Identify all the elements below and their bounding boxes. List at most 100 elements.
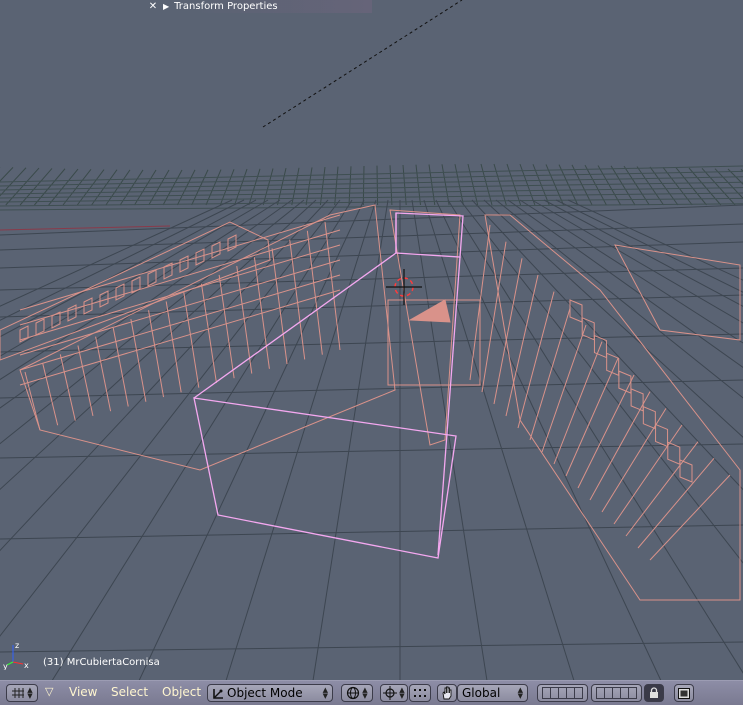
grid-line xyxy=(76,169,105,206)
mode-select[interactable]: Object Mode ▲ ▼ xyxy=(207,684,333,702)
grid-line xyxy=(362,165,365,206)
grid-line xyxy=(454,164,464,206)
grid-line xyxy=(0,199,341,637)
grid-line xyxy=(91,169,118,206)
grid-line xyxy=(0,641,743,653)
left-building-floor xyxy=(19,259,341,356)
pivot-button[interactable]: ▲ ▼ xyxy=(380,684,408,702)
lock-layers-button[interactable] xyxy=(644,684,664,702)
layer-buttons-1[interactable] xyxy=(541,687,583,699)
grid-line xyxy=(480,163,493,206)
transform-properties-panel-header[interactable]: ✕ ▶ Transform Properties xyxy=(148,0,372,13)
left-building-floor xyxy=(19,244,341,341)
grid-line xyxy=(411,199,488,680)
collapse-menus-icon[interactable]: ▽ xyxy=(45,685,53,698)
layers-group-2[interactable] xyxy=(591,684,642,702)
axis-gizmo: z x y xyxy=(3,641,29,670)
updown-arrows-icon: ▲ ▼ xyxy=(362,686,368,700)
sphere-icon xyxy=(347,686,360,700)
grid-line xyxy=(389,165,393,206)
editor-type-button[interactable]: ▲ ▼ xyxy=(6,684,38,702)
roof-piece xyxy=(408,299,451,323)
right-building-rib xyxy=(565,358,619,477)
selected-edge xyxy=(193,252,397,399)
right-building-rib xyxy=(553,341,603,465)
grid-line xyxy=(0,187,743,199)
orientation-select[interactable]: Global ▲ ▼ xyxy=(457,684,528,702)
crosshair-icon xyxy=(383,686,398,700)
grid-line xyxy=(5,167,40,206)
panel-title: Transform Properties xyxy=(174,1,278,12)
grid-line xyxy=(506,163,522,206)
hand-icon xyxy=(442,686,451,700)
grid-line xyxy=(402,164,407,206)
grid-line xyxy=(312,199,389,680)
grid-line xyxy=(467,163,479,206)
left-building-rib xyxy=(165,301,182,393)
grid-line xyxy=(435,199,662,680)
left-building-rib xyxy=(130,318,147,402)
render-button[interactable] xyxy=(674,684,694,702)
grid-line xyxy=(441,164,450,206)
left-building-rib xyxy=(218,274,235,379)
grid-line xyxy=(0,524,743,540)
view-menu[interactable]: View xyxy=(69,685,97,699)
grid-line xyxy=(0,199,269,357)
layer-buttons-2[interactable] xyxy=(595,687,637,699)
snap-dots-button[interactable] xyxy=(409,684,431,702)
grid-line xyxy=(688,167,722,206)
grid-line xyxy=(291,167,300,206)
viewport-header: ▲ ▼ ▽ View Select Object Object Mode ▲ ▼ ▲… xyxy=(0,680,743,705)
window-frame xyxy=(606,352,620,377)
grid-line xyxy=(34,168,66,206)
select-menu[interactable]: Select xyxy=(111,685,148,699)
grid-line xyxy=(138,199,365,680)
grid-line xyxy=(376,165,379,206)
lock-icon xyxy=(650,687,658,698)
draw-type-button[interactable]: ▲ ▼ xyxy=(341,684,373,702)
right-building-rib xyxy=(505,274,539,417)
updown-arrows-icon: ▲ ▼ xyxy=(27,686,33,700)
grid-line xyxy=(555,199,743,293)
axis-z-label: z xyxy=(15,641,19,650)
right-building-rib xyxy=(613,424,683,525)
orientation-label: Global xyxy=(462,686,501,700)
axis-x-line xyxy=(12,661,24,665)
right-building-rib xyxy=(529,308,571,441)
grid-line xyxy=(597,165,622,206)
grid-line xyxy=(262,168,274,206)
grid-line xyxy=(415,164,421,206)
wireframe-scene xyxy=(0,0,743,680)
updown-arrows-icon: ▲ ▼ xyxy=(399,686,405,700)
axis-x-label: x xyxy=(24,661,29,670)
camera-line xyxy=(262,0,463,128)
3d-viewport[interactable]: ✕ ▶ Transform Properties z x y (31) MrCu… xyxy=(0,0,743,680)
grid-line xyxy=(0,443,743,459)
left-building-rib xyxy=(77,345,94,416)
grid-line xyxy=(51,199,353,680)
grid-line xyxy=(248,168,261,206)
layers-group-1[interactable] xyxy=(537,684,588,702)
grid-line xyxy=(348,166,352,206)
left-building-floor xyxy=(19,289,341,386)
window-frame xyxy=(179,255,189,273)
object-menu[interactable]: Object xyxy=(162,685,201,699)
left-building-floor xyxy=(19,274,341,371)
close-icon[interactable]: ✕ xyxy=(148,1,158,12)
grid-line xyxy=(0,199,257,338)
grid-line xyxy=(19,168,53,206)
expand-triangle-icon[interactable]: ▶ xyxy=(163,2,169,11)
updown-arrows-icon: ▲ ▼ xyxy=(517,686,523,700)
selected-object-outline xyxy=(193,397,457,559)
grid-line xyxy=(701,168,736,206)
transform-manipulator-button[interactable] xyxy=(437,684,457,702)
grid-line xyxy=(62,168,92,206)
grid-line xyxy=(277,168,287,206)
grid-line xyxy=(519,199,743,344)
grid-line xyxy=(319,166,326,206)
grid-line xyxy=(543,199,743,307)
grid-icon xyxy=(12,688,25,698)
grid-line xyxy=(334,166,339,206)
window-frame xyxy=(655,423,669,448)
axis-y-label: y xyxy=(3,662,8,670)
